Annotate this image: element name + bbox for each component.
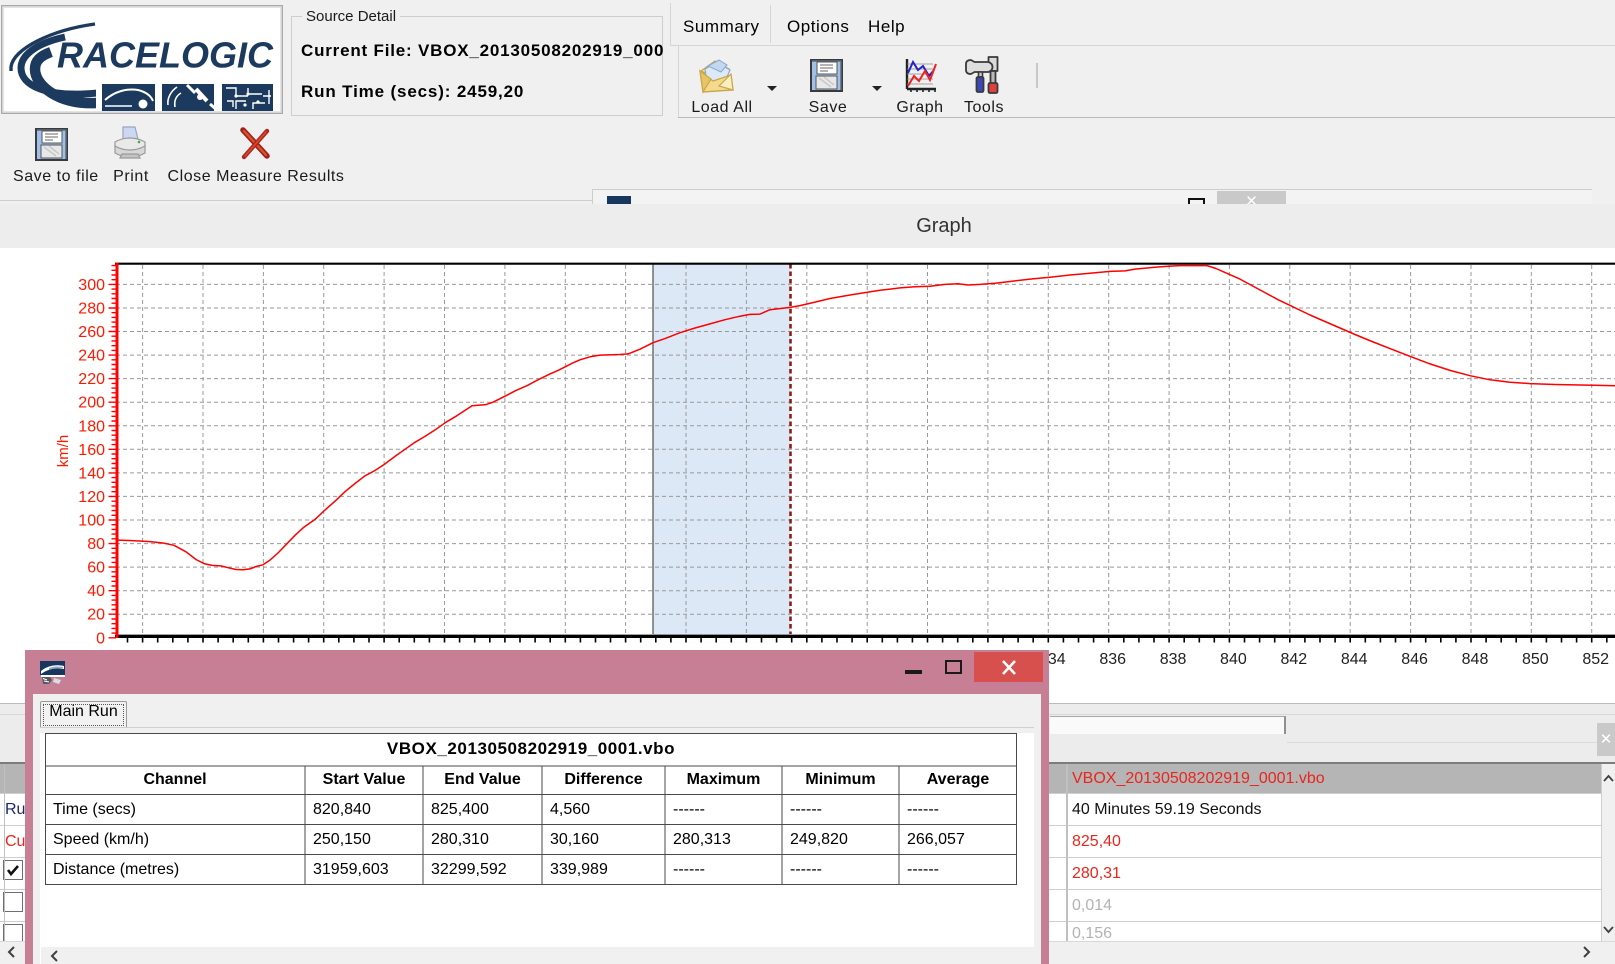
svg-text:200: 200: [78, 395, 105, 412]
svg-text:40: 40: [87, 583, 105, 600]
svg-text:846: 846: [1401, 651, 1428, 668]
svg-text:km/h: km/h: [55, 435, 72, 468]
svg-text:60: 60: [87, 560, 105, 577]
svg-text:240: 240: [78, 348, 105, 365]
svg-text:852: 852: [1582, 651, 1609, 668]
svg-text:844: 844: [1341, 651, 1368, 668]
svg-text:838: 838: [1160, 651, 1187, 668]
svg-text:0: 0: [96, 630, 105, 647]
svg-text:20: 20: [87, 607, 105, 624]
svg-text:260: 260: [78, 324, 105, 341]
svg-text:280: 280: [78, 301, 105, 318]
svg-text:80: 80: [87, 536, 105, 553]
svg-text:300: 300: [78, 277, 105, 294]
svg-text:220: 220: [78, 371, 105, 388]
svg-text:120: 120: [78, 489, 105, 506]
svg-text:842: 842: [1280, 651, 1307, 668]
svg-text:848: 848: [1462, 651, 1489, 668]
svg-text:180: 180: [78, 418, 105, 435]
svg-text:140: 140: [78, 465, 105, 482]
svg-text:850: 850: [1522, 651, 1549, 668]
svg-text:836: 836: [1099, 651, 1126, 668]
svg-text:100: 100: [78, 513, 105, 530]
svg-text:840: 840: [1220, 651, 1247, 668]
svg-text:160: 160: [78, 442, 105, 459]
